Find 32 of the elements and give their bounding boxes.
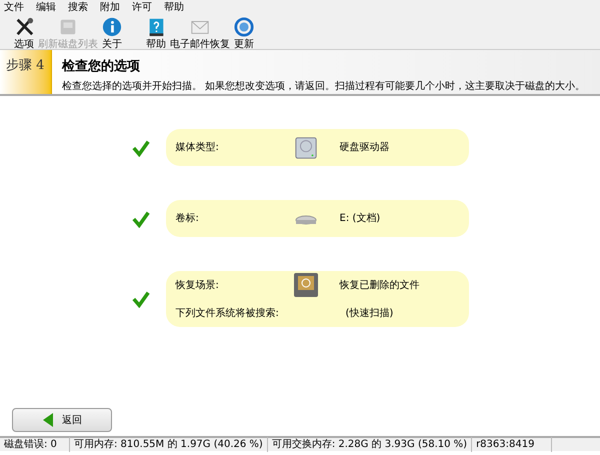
option-label: 卷标: bbox=[176, 212, 200, 226]
toolbar-label[interactable]: 选项 bbox=[14, 37, 34, 52]
option-value: E: (文档) bbox=[340, 212, 380, 226]
step-title: 检查您的选项 bbox=[62, 58, 141, 76]
status-text: r8363:8419 bbox=[472, 437, 552, 452]
hard-drive-icon bbox=[294, 136, 318, 160]
option-value: 硬盘驱动器 bbox=[340, 141, 390, 155]
menu-item[interactable]: 附加 bbox=[100, 0, 120, 14]
info-icon[interactable] bbox=[102, 17, 122, 37]
toolbar-label[interactable]: 更新 bbox=[234, 37, 254, 52]
menu-item[interactable]: 文件 bbox=[4, 0, 24, 14]
tools-icon[interactable] bbox=[14, 17, 34, 37]
option-value: (快速扫描) bbox=[344, 306, 394, 320]
left-arrow-icon bbox=[42, 412, 54, 428]
option-label: 恢复场景: bbox=[176, 278, 220, 292]
option-label: 下列文件系统将被搜索: bbox=[176, 306, 276, 320]
menu-item[interactable]: 搜索 bbox=[68, 0, 88, 14]
recycle-drive-icon bbox=[292, 272, 318, 298]
toolbar-label[interactable]: 帮助 bbox=[146, 37, 166, 52]
option-value: 恢复已删除的文件 bbox=[340, 278, 420, 292]
step-description: 检查您选择的选项并开始扫描。 如果您想改变选项，请返回。扫描过程有可能要几个小时，这主要取决于磁盘的大小。 bbox=[62, 80, 586, 94]
status-text: 可用交换内存: 2.28G 的 3.93G (58.10 %) bbox=[268, 437, 472, 452]
toolbar-label[interactable]: 电子邮件恢复 bbox=[170, 37, 230, 52]
toolbar-label[interactable]: 关于 bbox=[102, 37, 122, 52]
step-label: 步骤 4 bbox=[0, 50, 52, 94]
menu-item[interactable]: 帮助 bbox=[164, 0, 184, 14]
menu-item[interactable]: 许可 bbox=[132, 0, 152, 14]
back-button[interactable]: 返回 bbox=[12, 408, 112, 432]
status-text: 可用内存: 810.55M 的 1.97G (40.26 %) bbox=[70, 437, 268, 452]
status-text: 磁盘错误: 0 bbox=[0, 437, 70, 452]
menu-item[interactable]: 编辑 bbox=[36, 0, 56, 14]
option-label: 媒体类型: bbox=[176, 140, 220, 155]
